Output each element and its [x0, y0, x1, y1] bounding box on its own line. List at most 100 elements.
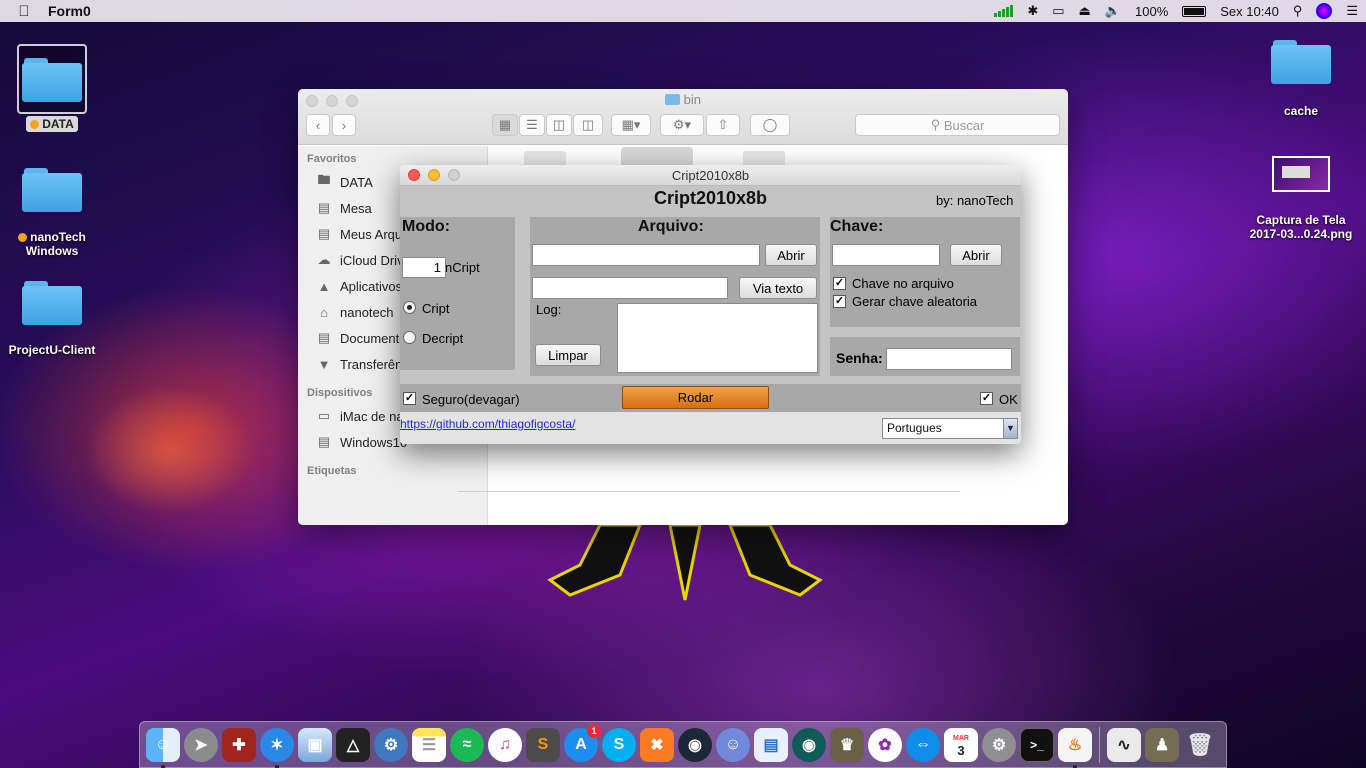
view-gallery-button[interactable]: ◫: [573, 114, 603, 136]
radio-decript-label: Decript: [422, 331, 464, 346]
view-list-button[interactable]: ☰: [519, 114, 545, 136]
volume-icon[interactable]: 🔈: [1105, 3, 1121, 19]
java-dock-icon[interactable]: ♨: [1058, 727, 1092, 768]
arrange-button[interactable]: ▦▾: [611, 114, 651, 136]
desktop-icon-label: Captura de Tela: [1256, 213, 1346, 227]
ncript-spinner[interactable]: 1: [402, 257, 446, 278]
view-columns-button[interactable]: ◫: [546, 114, 572, 136]
arquivo-abrir-button[interactable]: Abrir: [765, 244, 817, 266]
chave-abrir-button[interactable]: Abrir: [950, 244, 1002, 266]
terminal-dock-icon[interactable]: >_: [1020, 727, 1054, 762]
steam-dock-icon[interactable]: ◉: [678, 727, 712, 762]
apple-menu-icon[interactable]: : [0, 3, 48, 20]
close-button[interactable]: [408, 169, 420, 181]
xcode-dock-icon[interactable]: ⚙: [374, 727, 408, 762]
finder-toolbar: bin ‹ › ▦ ☰ ◫ ◫ ▦▾ ⚙▾ ⇧ ◯ ⚲ Buscar: [298, 89, 1068, 145]
calendar-day: 3: [957, 742, 965, 758]
desktop-icon-projectu-client[interactable]: ProjectU-Client: [2, 281, 102, 357]
search-field[interactable]: ⚲ Buscar: [855, 114, 1060, 136]
cube-app-dock-icon[interactable]: ▣: [298, 727, 332, 762]
kali-dock-icon[interactable]: ∿: [1107, 727, 1141, 762]
gitkraken-dock-icon[interactable]: ◉: [792, 727, 826, 762]
calendar-dock-icon[interactable]: MAR 3: [944, 727, 978, 762]
window-title: Cript2010x8b: [671, 168, 750, 183]
folder-icon: 🖿: [317, 172, 331, 187]
notes-dock-icon[interactable]: ☰: [412, 727, 446, 762]
spotlight-search-icon[interactable]: ⚲: [1293, 3, 1303, 19]
itunes-dock-icon[interactable]: ♫: [488, 727, 522, 762]
gerar-chave-checkbox[interactable]: ✓: [833, 295, 846, 308]
key-input[interactable]: [832, 244, 940, 266]
forward-button[interactable]: ›: [332, 114, 356, 136]
activity-meter-icon[interactable]: [994, 5, 1014, 17]
dota-dock-icon[interactable]: ✚: [222, 727, 256, 762]
tags-button[interactable]: ◯: [750, 114, 790, 136]
desktop-icon-cache[interactable]: cache: [1251, 40, 1351, 118]
file-path-input[interactable]: [532, 244, 760, 266]
desktop-icon-nanotech-windows[interactable]: nanoTech Windows: [2, 168, 102, 258]
chave-label: Chave:: [830, 218, 884, 235]
action-gear-button[interactable]: ⚙▾: [660, 114, 704, 136]
launchpad-dock-icon[interactable]: ➤: [184, 727, 218, 762]
finder-dock-icon[interactable]: ☺: [146, 727, 180, 768]
airplay-icon[interactable]: ▭: [1052, 3, 1064, 19]
language-select[interactable]: Portugues ▼: [882, 418, 1018, 439]
file-icon-selected[interactable]: [621, 147, 693, 167]
chave-no-arquivo-checkbox[interactable]: ✓: [833, 277, 846, 290]
sidebar-item-label: Aplicativos: [340, 278, 403, 294]
app-store-dock-icon[interactable]: A1: [564, 723, 601, 762]
zoom-button[interactable]: [448, 169, 460, 181]
basket-app-dock-icon[interactable]: ▤: [754, 727, 788, 762]
ok-checkbox[interactable]: ✓: [980, 392, 993, 405]
siri-icon[interactable]: [1316, 3, 1333, 19]
view-icon-button[interactable]: ▦: [492, 114, 518, 136]
skype-dock-icon[interactable]: S: [602, 727, 636, 762]
minimize-button[interactable]: [428, 169, 440, 181]
limpar-button[interactable]: Limpar: [535, 344, 601, 366]
back-button[interactable]: ‹: [306, 114, 330, 136]
desktop-icon-screenshot[interactable]: Captura de Tela 2017-03...0.24.png: [1246, 156, 1356, 241]
battery-icon[interactable]: [1182, 5, 1207, 17]
clock[interactable]: Sex 10:40: [1220, 4, 1279, 19]
orange-tag-icon: [18, 233, 28, 243]
rodar-button[interactable]: Rodar: [622, 386, 769, 409]
xampp-dock-icon[interactable]: ✖: [640, 727, 674, 762]
radio-cript[interactable]: [403, 301, 416, 314]
senha-input[interactable]: [886, 348, 1012, 370]
cript-content: Cript2010x8b by: nanoTech Modo: nCript 1…: [400, 186, 1021, 444]
system-preferences-dock-icon[interactable]: ⚙: [982, 727, 1016, 762]
bluetooth-icon[interactable]: ✱: [1027, 3, 1038, 19]
sublime-dock-icon[interactable]: S: [526, 727, 560, 762]
finder-title: bin: [683, 92, 701, 107]
eject-icon[interactable]: ⏏: [1079, 3, 1091, 19]
cript-titlebar: Cript2010x8b: [400, 165, 1021, 186]
share-button[interactable]: ⇧: [706, 114, 740, 136]
teamviewer-dock-icon[interactable]: ⇔: [906, 727, 940, 762]
desktop-icon-label: cache: [1283, 104, 1319, 118]
unity-dock-icon[interactable]: △: [336, 727, 370, 762]
folder-icon: [1271, 40, 1331, 84]
gimp-dock-icon[interactable]: ♛: [830, 727, 864, 762]
seguro-checkbox[interactable]: ✓: [403, 392, 416, 405]
via-texto-button[interactable]: Via texto: [739, 277, 817, 299]
torrent-dock-icon[interactable]: ✿: [868, 727, 902, 762]
radio-decript[interactable]: [403, 331, 416, 344]
safari-dock-icon[interactable]: ✶: [260, 727, 294, 768]
discord-dock-icon[interactable]: ☺: [716, 727, 750, 762]
github-link[interactable]: https://github.com/thiagofigcosta/: [400, 417, 575, 431]
dock: ☺ ➤ ✚ ✶ ▣ △ ⚙ ☰ ≈ ♫ S A1 S ✖ ◉ ☺ ▤ ◉ ♛ ✿…: [139, 721, 1227, 768]
app-store-badge: 1: [587, 723, 601, 738]
battery-percent[interactable]: 100%: [1135, 4, 1168, 19]
app-menu-title[interactable]: Form0: [48, 3, 91, 19]
chevron-down-icon[interactable]: ▼: [1003, 419, 1017, 438]
spotify-dock-icon[interactable]: ≈: [450, 727, 484, 762]
arquivo-label: Arquivo:: [638, 218, 704, 235]
folder-icon: [22, 168, 82, 212]
log-textarea[interactable]: [617, 303, 818, 373]
notification-center-icon[interactable]: ☰: [1346, 3, 1358, 19]
text-input[interactable]: [532, 277, 728, 299]
desktop-icon-data[interactable]: DATA: [2, 44, 102, 132]
downloads-stack-dock-icon[interactable]: ♟: [1145, 727, 1179, 762]
sidebar-item-label: Mesa: [340, 200, 372, 216]
trash-dock-icon[interactable]: 🗑: [1183, 728, 1217, 762]
